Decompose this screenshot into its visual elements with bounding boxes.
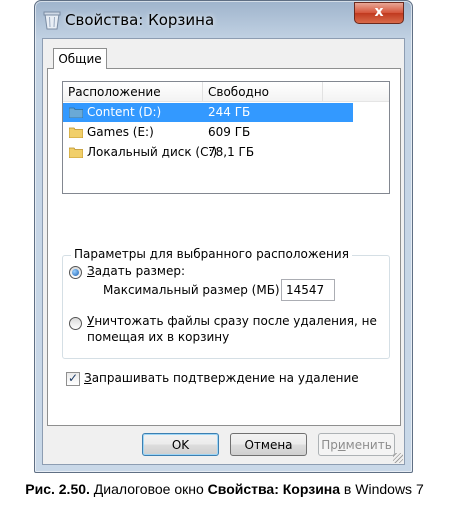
column-header-location[interactable]: Расположение корзины bbox=[63, 82, 203, 119]
list-item[interactable]: Content (D:) 244 ГБ bbox=[63, 103, 353, 122]
column-header-free[interactable]: Свободно bbox=[203, 82, 323, 101]
folder-icon bbox=[69, 127, 83, 138]
radio-delete-immediately[interactable] bbox=[69, 317, 82, 330]
apply-button[interactable]: Применить bbox=[318, 433, 395, 456]
dialog-client: Общие Расположение корзины Свободно Cont… bbox=[42, 38, 405, 465]
radio-custom-size[interactable] bbox=[69, 266, 82, 279]
dialog-window: Свойства: Корзина x Общие Расположение к… bbox=[34, 0, 413, 473]
tab-page-general: Расположение корзины Свободно Content (D… bbox=[47, 68, 401, 426]
free-space: 78,1 ГБ bbox=[208, 145, 255, 159]
folder-icon bbox=[69, 107, 83, 118]
max-size-input[interactable]: 14547 bbox=[281, 279, 335, 301]
confirm-delete-checkbox[interactable]: ✓ bbox=[66, 372, 80, 386]
max-size-label: Максимальный размер (МБ): bbox=[103, 283, 284, 297]
delete-immediately-label[interactable]: Уничтожать файлы сразу после удаления, н… bbox=[87, 314, 377, 328]
location-name: Content (D:) bbox=[87, 105, 162, 119]
close-button[interactable]: x bbox=[354, 2, 404, 24]
folder-icon bbox=[69, 147, 83, 158]
custom-size-label[interactable]: Задать размер: bbox=[87, 264, 185, 278]
free-space: 609 ГБ bbox=[208, 125, 251, 139]
list-header: Расположение корзины Свободно bbox=[63, 82, 389, 119]
settings-group: Параметры для выбранного расположения За… bbox=[62, 247, 390, 359]
ok-button[interactable]: OK bbox=[142, 433, 219, 456]
figure-caption: Рис. 2.50. Диалоговое окно Свойства: Кор… bbox=[25, 481, 424, 497]
recycle-bin-icon bbox=[43, 11, 61, 30]
free-space: 244 ГБ bbox=[208, 105, 251, 119]
resize-grip[interactable] bbox=[393, 453, 403, 463]
confirm-delete-label[interactable]: Запрашивать подтверждение на удаление bbox=[84, 371, 359, 385]
location-name: Локальный диск (C:) bbox=[87, 145, 218, 159]
locations-list[interactable]: Расположение корзины Свободно Content (D… bbox=[62, 81, 390, 194]
list-item[interactable]: Games (E:) 609 ГБ bbox=[63, 123, 353, 142]
delete-immediately-label-line2[interactable]: помещая их в корзину bbox=[87, 330, 229, 344]
title-bar[interactable]: Свойства: Корзина x bbox=[35, 1, 412, 39]
tab-general[interactable]: Общие bbox=[53, 48, 107, 69]
location-name: Games (E:) bbox=[87, 125, 154, 139]
window-title: Свойства: Корзина bbox=[65, 11, 215, 29]
close-icon: x bbox=[374, 4, 384, 20]
list-item[interactable]: Локальный диск (C:) 78,1 ГБ bbox=[63, 143, 353, 162]
group-title: Параметры для выбранного расположения bbox=[71, 247, 352, 261]
cancel-button[interactable]: Отмена bbox=[230, 433, 307, 456]
